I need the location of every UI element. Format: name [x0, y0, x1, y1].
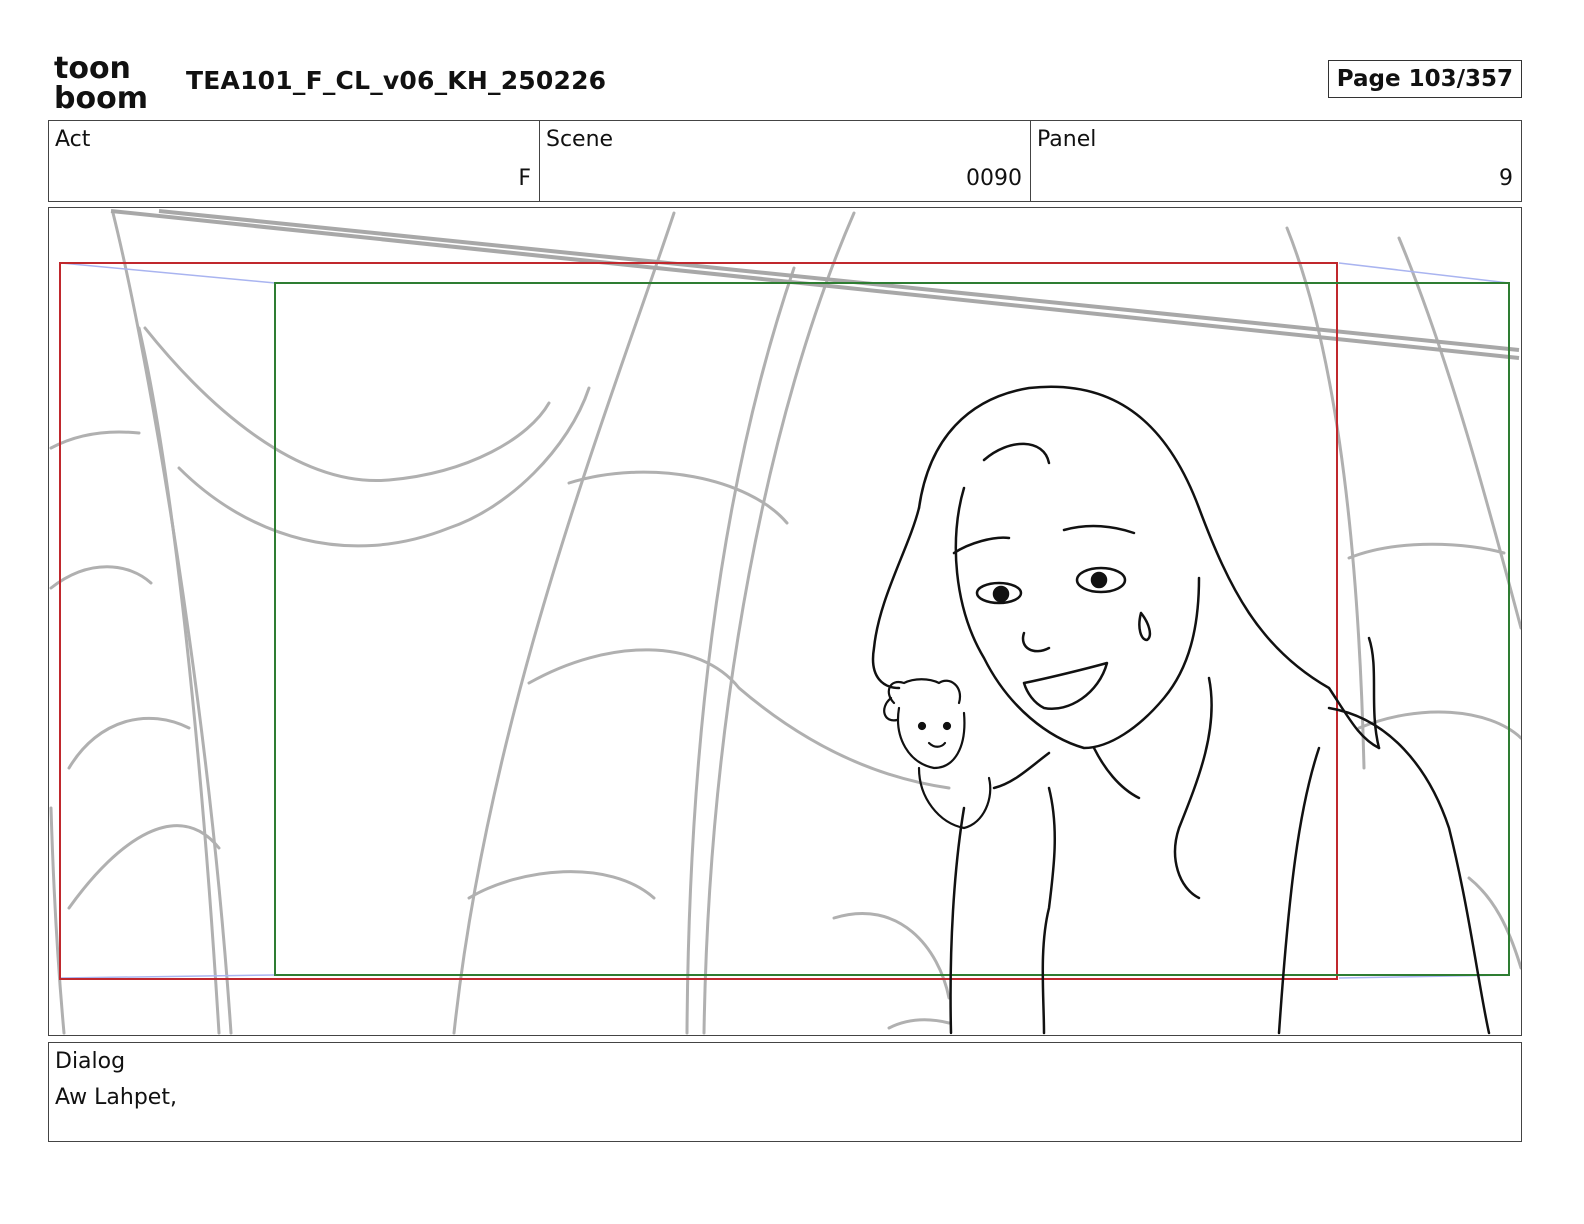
page-indicator: Page 103/357	[1327, 60, 1522, 98]
dialog-label: Dialog	[55, 1049, 126, 1074]
document-title: TEA101_F_CL_v06_KH_250226	[186, 66, 607, 95]
panel-label: Panel	[1037, 127, 1097, 152]
camera-frame-end	[274, 282, 1510, 976]
panel-cell: Panel 9	[1031, 121, 1521, 201]
panel-drawing	[49, 209, 1521, 1035]
dialog-box: Dialog Aw Lahpet,	[48, 1042, 1522, 1142]
storyboard-info-row: Act F Scene 0090 Panel 9	[48, 120, 1522, 202]
character-girl	[871, 385, 1491, 1035]
act-value: F	[518, 166, 531, 191]
act-cell: Act F	[49, 121, 540, 201]
toonboom-logo-icon: toon boom	[54, 52, 148, 112]
page-header: toon boom TEA101_F_CL_v06_KH_250226 Page…	[48, 48, 1522, 114]
scene-label: Scene	[546, 127, 614, 152]
motion-guides	[60, 262, 1510, 979]
act-label: Act	[55, 127, 91, 152]
svg-text:boom: boom	[54, 81, 148, 112]
dialog-text: Aw Lahpet,	[55, 1085, 177, 1110]
storyboard-panel-image	[48, 207, 1522, 1036]
panel-value: 9	[1499, 166, 1513, 191]
scene-cell: Scene 0090	[540, 121, 1031, 201]
character-creature	[883, 678, 992, 830]
scene-value: 0090	[966, 166, 1022, 191]
